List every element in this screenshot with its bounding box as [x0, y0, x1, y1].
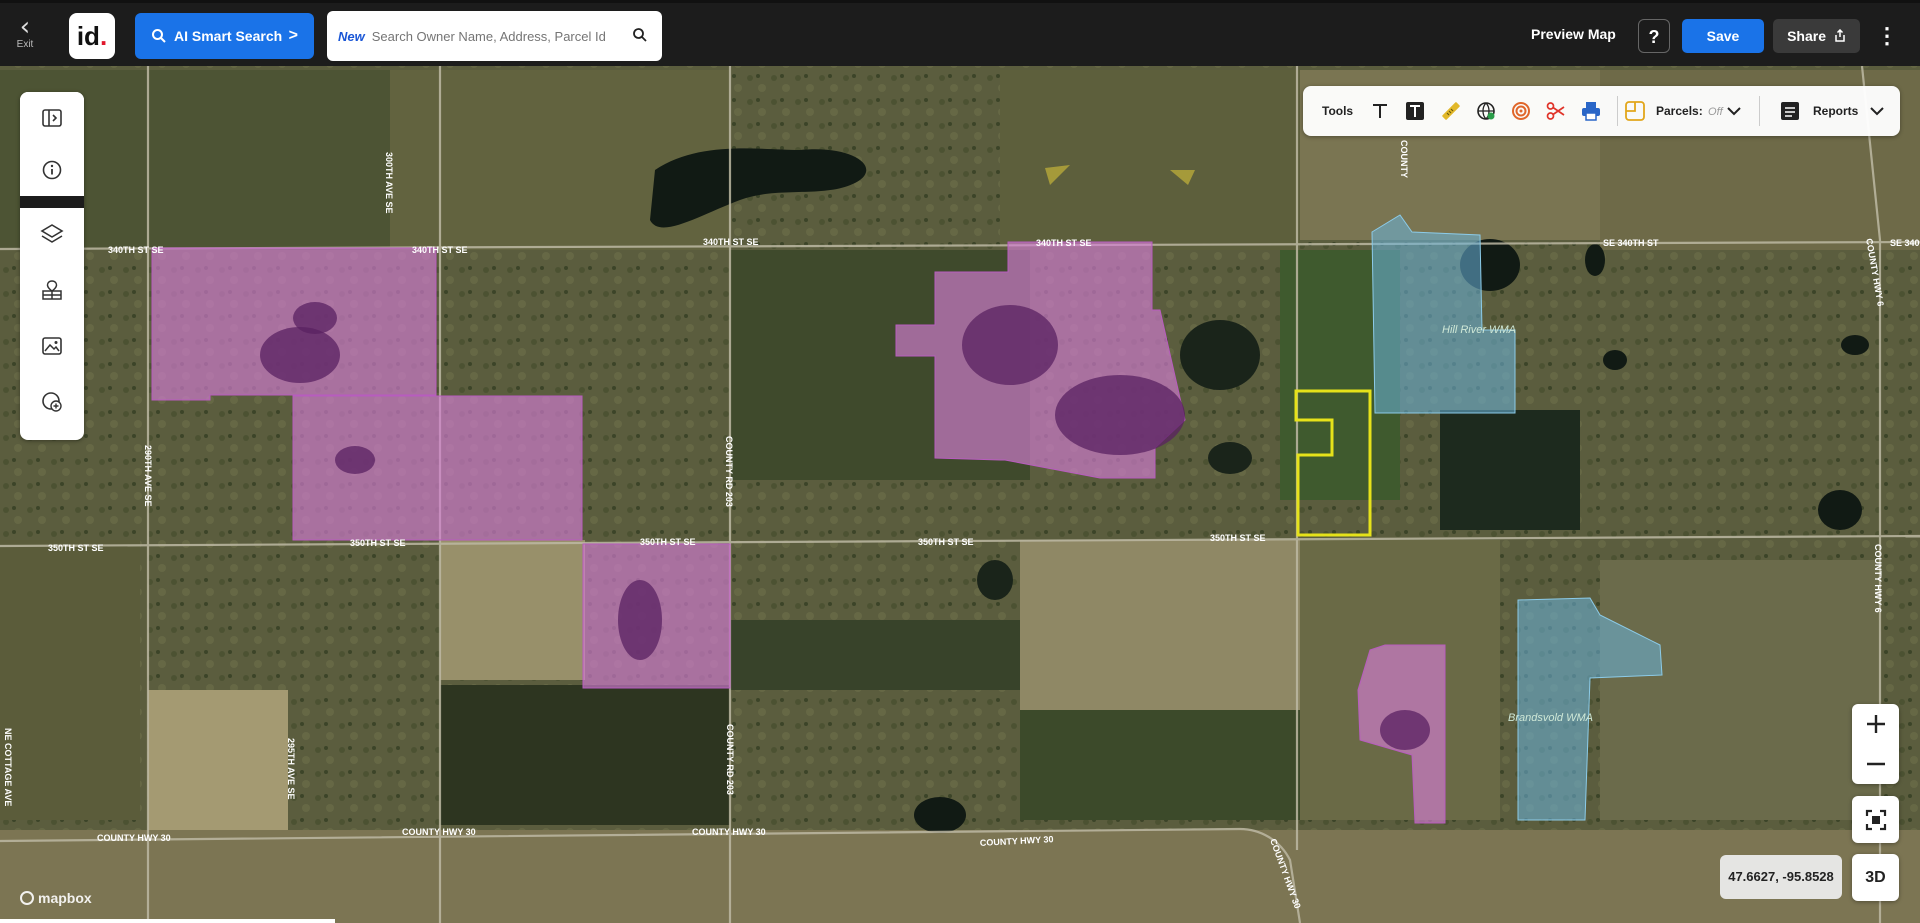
logo-dot: . — [99, 20, 108, 51]
save-button[interactable]: Save — [1682, 19, 1764, 53]
road-label: 290TH AVE SE — [143, 445, 153, 507]
layers-icon — [40, 224, 64, 243]
wma-label-brandsvold: Brandsvold WMA — [1508, 712, 1593, 724]
minus-icon — [1866, 762, 1885, 766]
map-pin-grid-icon — [42, 280, 62, 300]
zoom-control — [1852, 704, 1899, 784]
collapse-panel-icon — [42, 109, 62, 127]
focus-frame-icon — [1865, 809, 1886, 830]
print-icon[interactable] — [1579, 99, 1603, 123]
wma-label-hill-river: Hill River WMA — [1442, 324, 1516, 336]
info-button[interactable] — [20, 144, 84, 196]
tools-label: Tools — [1322, 104, 1354, 118]
road-label: COUNTY HWY 30 — [402, 827, 476, 837]
3d-toggle-button[interactable]: 3D — [1852, 854, 1899, 901]
exit-label: Exit — [16, 39, 34, 50]
info-icon — [42, 160, 62, 180]
search-icon[interactable] — [632, 27, 648, 43]
new-tag: New — [338, 28, 365, 44]
road-label: 340TH ST SE — [703, 237, 759, 247]
chevron-down-icon[interactable] — [1865, 99, 1889, 123]
road-label: SE 340 — [1890, 238, 1920, 248]
road-label: 350TH ST SE — [1210, 533, 1266, 543]
road-label: SE 340TH ST — [1603, 238, 1659, 248]
chevron-left-icon: ‹ — [19, 12, 31, 42]
ai-smart-search-label: AI Smart Search — [174, 28, 283, 44]
share-label: Share — [1787, 28, 1827, 44]
chevron-right-icon: > — [288, 27, 298, 44]
collapse-panel-button[interactable] — [20, 92, 84, 144]
share-icon — [1835, 28, 1845, 42]
road-label: 350TH ST SE — [918, 537, 974, 547]
map-canvas[interactable]: 340TH ST SE 340TH ST SE 340TH ST SE 340T… — [0, 66, 1920, 923]
mapbox-attribution[interactable]: mapbox — [20, 890, 92, 906]
parcels-label: Parcels: — [1656, 104, 1703, 118]
plus-icon — [1866, 715, 1885, 733]
loading-bar — [0, 919, 335, 923]
toolbar-divider — [1617, 96, 1618, 126]
ruler-icon[interactable] — [1439, 99, 1463, 123]
text-box-icon[interactable] — [1403, 99, 1427, 123]
road-label: 350TH ST SE — [640, 537, 696, 547]
road-label: 350TH ST SE — [350, 538, 406, 548]
road-label: COUNTY HWY 6 — [1873, 544, 1883, 613]
road-label: NE COTTAGE AVE — [3, 728, 13, 806]
radius-icon[interactable] — [1509, 99, 1533, 123]
road-label: COUNTY HWY 30 — [97, 833, 171, 843]
road-label: 340TH ST SE — [1036, 238, 1092, 248]
road-label: COUNTY HWY 30 — [692, 827, 766, 837]
preview-map-button[interactable]: Preview Map — [1531, 26, 1616, 42]
share-button[interactable]: Share — [1773, 19, 1860, 53]
reports-icon[interactable] — [1778, 99, 1802, 123]
reports-label[interactable]: Reports — [1813, 104, 1858, 118]
road-label: 300TH AVE SE — [384, 152, 394, 214]
add-location-icon — [42, 392, 62, 412]
search-icon — [152, 29, 166, 43]
image-icon — [42, 337, 62, 355]
layers-button[interactable] — [20, 208, 84, 260]
image-button[interactable] — [20, 320, 84, 372]
top-bar: ‹ Exit id. AI Smart Search > New Preview… — [0, 0, 1920, 66]
exit-button[interactable]: ‹ Exit — [10, 12, 40, 59]
logo-text: id — [76, 20, 100, 51]
road-label: 350TH ST SE — [48, 543, 104, 553]
toolbar-divider — [1759, 96, 1760, 126]
app-logo[interactable]: id. — [69, 13, 115, 59]
add-location-button[interactable] — [20, 376, 84, 428]
more-menu-icon[interactable]: ⋮ — [1876, 21, 1898, 51]
parcel-2[interactable] — [292, 395, 583, 541]
search-input[interactable] — [369, 27, 624, 45]
recenter-button[interactable] — [1852, 796, 1899, 843]
road-label: COUNTY — [1399, 140, 1409, 178]
search-bar[interactable]: New — [327, 11, 662, 61]
coordinates-readout: 47.6627, -95.8528 — [1720, 855, 1842, 899]
ai-smart-search-button[interactable]: AI Smart Search > — [135, 13, 314, 59]
chevron-down-icon[interactable] — [1722, 99, 1746, 123]
road-label: 295TH AVE SE — [286, 738, 296, 800]
satellite-map[interactable]: 340TH ST SE 340TH ST SE 340TH ST SE 340T… — [0, 66, 1920, 923]
left-toolbar — [20, 92, 84, 440]
text-icon[interactable] — [1368, 99, 1392, 123]
scissors-icon[interactable] — [1544, 99, 1568, 123]
road-label: 340TH ST SE — [412, 245, 468, 255]
road-label: 340TH ST SE — [108, 245, 164, 255]
parcels-toggle[interactable]: Parcels: Off — [1656, 104, 1723, 118]
road-label: COUNTY RD 203 — [724, 436, 734, 507]
sidebar-divider — [20, 196, 84, 208]
globe-icon[interactable] — [1474, 99, 1498, 123]
tools-toolbar: Tools Parcels: Off Reports — [1303, 86, 1900, 136]
parcels-state: Off — [1708, 106, 1723, 118]
parcels-icon[interactable] — [1623, 99, 1647, 123]
map-pin-grid-button[interactable] — [20, 264, 84, 316]
zoom-in-button[interactable] — [1852, 704, 1899, 744]
mapbox-logo-icon — [20, 891, 34, 905]
zoom-out-button[interactable] — [1852, 744, 1899, 784]
help-button[interactable]: ? — [1638, 19, 1670, 53]
road-label: COUNTY RD 203 — [725, 724, 735, 795]
mapbox-label: mapbox — [38, 890, 92, 906]
